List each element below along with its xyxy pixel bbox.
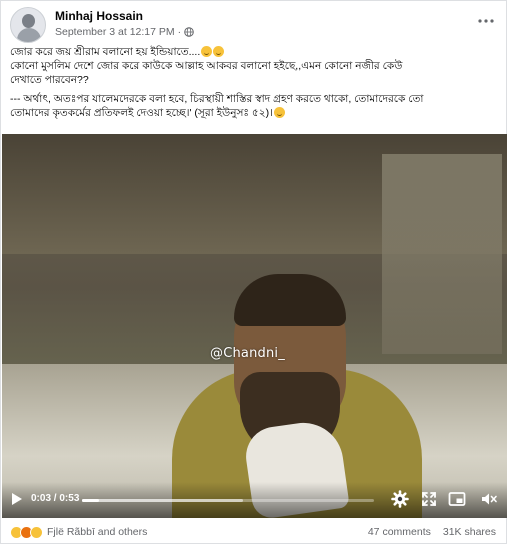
smile-emoji-icon <box>201 46 213 57</box>
post-line-2: কোনো মুসলিম দেশে জোর করে কাউকে আল্লাহ আক… <box>10 60 403 72</box>
post-line-4: --- অর্থাৎ, অতঃপর যালেমদেরকে বলা হবে, চি… <box>10 93 424 105</box>
post-line-5: তোমাদের কৃতকর্মের প্রতিফলই দেওয়া হচ্ছে।… <box>10 106 496 120</box>
more-options-icon[interactable] <box>474 11 498 31</box>
post-line-1: জোর করে জয় শ্রীরাম বলানো হয় ইন্ডিয়াতে… <box>10 45 496 59</box>
fullscreen-icon[interactable] <box>420 490 438 508</box>
video-buffered <box>82 499 243 502</box>
settings-icon[interactable] <box>391 490 409 508</box>
post-body-text: জোর করে জয় শ্রীরাম বলানো হয় ইন্ডিয়াতে… <box>10 45 496 120</box>
author-name[interactable]: Minhaj Hossain <box>55 9 143 23</box>
post-header: Minhaj Hossain September 3 at 12:17 PM · <box>10 7 498 43</box>
sad-icon <box>30 525 43 539</box>
picture-in-picture-icon[interactable] <box>448 490 466 508</box>
avatar-head-shape <box>22 14 35 28</box>
current-time: 0:03 <box>31 493 52 504</box>
more-options-dots <box>478 19 494 23</box>
smile-emoji-icon <box>213 46 225 57</box>
play-icon[interactable] <box>11 492 23 506</box>
avatar-body-shape <box>17 28 41 42</box>
comments-count[interactable]: 47 comments <box>368 526 431 538</box>
grin-emoji-icon <box>273 107 285 118</box>
post-stats: 47 comments 31K shares <box>368 526 496 538</box>
video-controls-bar: 0:03 / 0:53 <box>2 482 507 518</box>
facebook-post-card: Minhaj Hossain September 3 at 12:17 PM ·… <box>0 0 507 544</box>
post-line-3: দেখাতে পারবেন?? <box>10 74 89 86</box>
post-line-1-text: জোর করে জয় শ্রীরাম বলানো হয় ইন্ডিয়াতে… <box>10 46 201 58</box>
video-frame-person-hair <box>234 274 346 326</box>
post-meta: September 3 at 12:17 PM · <box>55 26 194 38</box>
video-watermark: @Chandni_ <box>210 346 285 361</box>
post-timestamp[interactable]: September 3 at 12:17 PM <box>55 26 175 38</box>
post-line-5-text: তোমাদের কৃতকর্মের প্রতিফলই দেওয়া হচ্ছে।… <box>10 107 273 119</box>
reaction-icons[interactable] <box>10 525 43 539</box>
video-frame-window <box>382 154 502 354</box>
author-avatar[interactable] <box>10 7 46 43</box>
video-time: 0:03 / 0:53 <box>31 493 79 504</box>
reactors-summary[interactable]: Fjlë Rãbbī and others <box>47 526 147 538</box>
shares-count[interactable]: 31K shares <box>443 526 496 538</box>
duration: 0:53 <box>59 493 80 504</box>
video-player[interactable]: @Chandni_ 0:03 / 0:53 <box>2 134 507 518</box>
post-footer: Fjlë Rãbbī and others 47 comments 31K sh… <box>10 522 496 542</box>
volume-icon[interactable] <box>480 490 498 508</box>
meta-separator: · <box>177 26 182 38</box>
globe-icon <box>184 27 194 37</box>
video-played <box>82 499 99 502</box>
video-progress-bar[interactable] <box>82 499 374 502</box>
